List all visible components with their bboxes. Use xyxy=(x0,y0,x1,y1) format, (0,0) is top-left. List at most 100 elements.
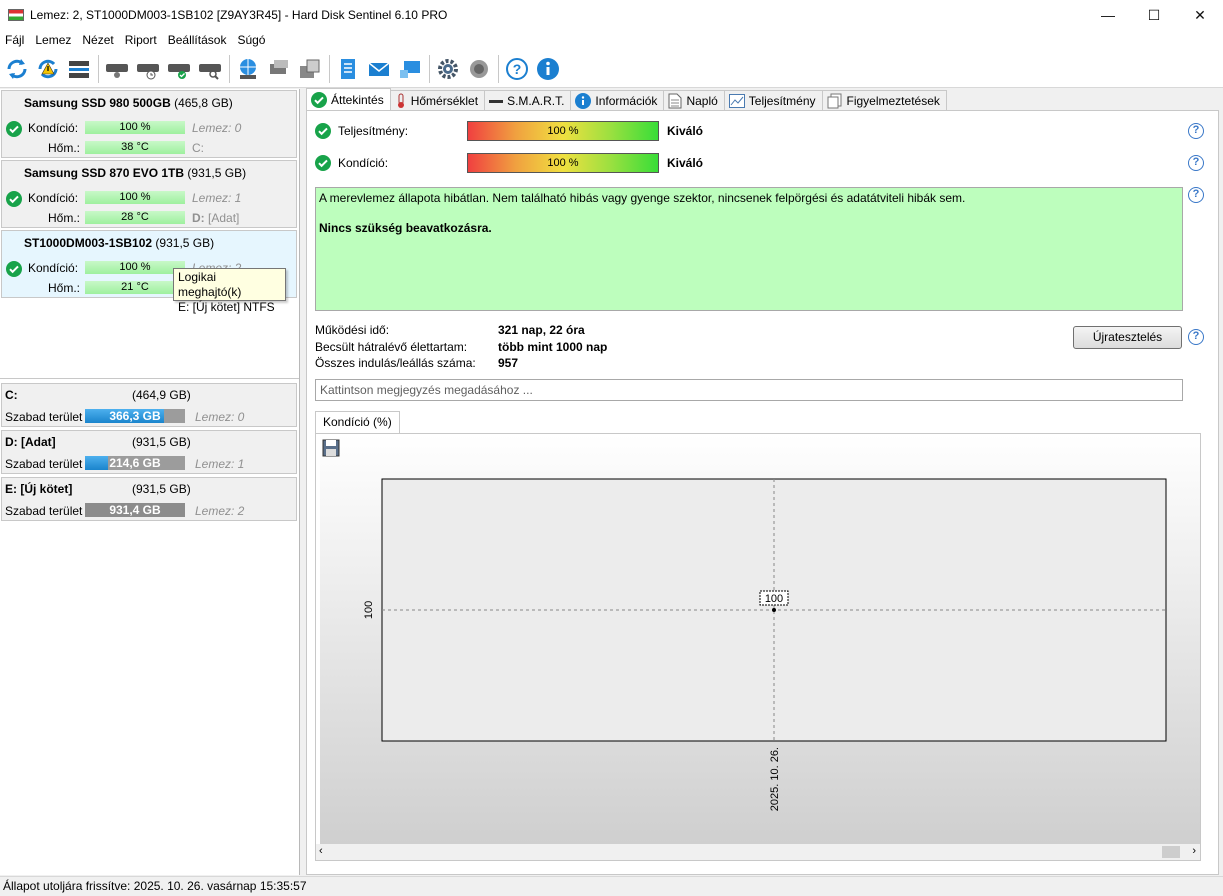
temp-bar: 28 °C xyxy=(85,211,185,224)
gear-icon[interactable] xyxy=(433,54,463,84)
note-input[interactable]: Kattintson megjegyzés megadásához ... xyxy=(315,379,1183,401)
tab-temperature[interactable]: Hőmérséklet xyxy=(389,90,486,111)
uptime-label: Működési idő: xyxy=(315,323,390,337)
scroll-thumb[interactable] xyxy=(1162,846,1180,858)
condition-bar: 100 % xyxy=(467,153,659,173)
volume-card-c[interactable]: C: (464,9 GB) Szabad terület 366,3 GB Le… xyxy=(1,383,297,427)
menu-help[interactable]: Súgó xyxy=(232,33,271,47)
toolbar-separator xyxy=(229,54,230,83)
condition-bar: 100 % xyxy=(85,261,185,274)
network-globe-icon[interactable] xyxy=(233,54,263,84)
x-tick-label: 2025. 10. 26. xyxy=(769,747,781,811)
chart-canvas: 100 100 2025. 10. 26. xyxy=(320,434,1200,844)
help-icon[interactable]: ? xyxy=(1188,155,1204,171)
data-point xyxy=(772,608,776,612)
title-bar: Lemez: 2, ST1000DM003-1SB102 [Z9AY3R45] … xyxy=(0,0,1223,30)
disk-transfer-icon[interactable] xyxy=(264,54,294,84)
volume-name: C: xyxy=(5,388,18,402)
menu-disk[interactable]: Lemez xyxy=(30,33,77,47)
overview-panel: Teljesítmény: 100 % Kiváló ? Kondíció: 1… xyxy=(306,110,1219,875)
tab-performance[interactable]: Teljesítmény xyxy=(723,90,823,111)
menu-view[interactable]: Nézet xyxy=(77,33,119,47)
condition-row: Kondíció: 100 % Kiváló xyxy=(315,153,1215,173)
tooltip-line: Logikai meghajtó(k) xyxy=(178,270,242,299)
close-button[interactable]: ✕ xyxy=(1177,0,1223,30)
performance-label: Teljesítmény: xyxy=(338,124,409,138)
help-icon[interactable]: ? xyxy=(1188,329,1204,345)
disk-test-icon[interactable] xyxy=(102,54,132,84)
help-icon[interactable]: ? xyxy=(1188,187,1204,203)
scroll-right-icon[interactable]: › xyxy=(1192,845,1196,857)
check-circle-icon xyxy=(6,261,22,280)
sound-icon[interactable] xyxy=(464,54,494,84)
disk-name: Samsung SSD 980 500GB (465,8 GB) xyxy=(24,96,233,110)
volume-size: (931,5 GB) xyxy=(132,435,191,449)
help-icon[interactable]: ? xyxy=(1188,123,1204,139)
menu-report[interactable]: Riport xyxy=(120,33,163,47)
volume-card-d[interactable]: D: [Adat] (931,5 GB) Szabad terület 214,… xyxy=(1,430,297,474)
horizontal-scrollbar[interactable]: ‹ › xyxy=(316,844,1200,860)
retest-button[interactable]: Újratesztelés xyxy=(1073,326,1182,349)
window-title: Lemez: 2, ST1000DM003-1SB102 [Z9AY3R45] … xyxy=(30,8,448,22)
panel-divider xyxy=(0,378,299,379)
menu-file[interactable]: Fájl xyxy=(0,33,30,47)
performance-rating: Kiváló xyxy=(667,124,704,138)
status-text: A merevlemez állapota hibátlan. Nem talá… xyxy=(319,191,966,205)
disk-list-icon[interactable] xyxy=(64,54,94,84)
tab-smart[interactable]: S.M.A.R.T. xyxy=(484,90,572,111)
lifetime-value: több mint 1000 nap xyxy=(498,340,608,354)
disk-ok-icon[interactable] xyxy=(164,54,194,84)
refresh-warning-icon[interactable] xyxy=(33,54,63,84)
save-icon[interactable] xyxy=(322,439,340,457)
disk-card-0[interactable]: Samsung SSD 980 500GB (465,8 GB) Kondíci… xyxy=(1,90,297,158)
help-icon[interactable]: ? xyxy=(502,54,532,84)
tab-log[interactable]: Napló xyxy=(663,90,725,111)
drive-letter: C: xyxy=(192,141,204,155)
email-icon[interactable] xyxy=(364,54,394,84)
disk-ref: Lemez: 0 xyxy=(192,121,242,135)
volume-name: E: [Új kötet] xyxy=(5,482,73,496)
free-space-label: Szabad terület xyxy=(5,504,83,518)
free-space-bar: 366,3 GB xyxy=(85,409,185,423)
condition-label: Kondíció: xyxy=(28,121,79,135)
performance-bar: 100 % xyxy=(467,121,659,141)
disk-search-icon[interactable] xyxy=(195,54,225,84)
toolbar: ? xyxy=(0,50,1223,88)
volume-card-e[interactable]: E: [Új kötet] (931,5 GB) Szabad terület … xyxy=(1,477,297,521)
check-circle-icon xyxy=(315,123,331,142)
refresh-icon[interactable] xyxy=(2,54,32,84)
disk-schedule-icon[interactable] xyxy=(133,54,163,84)
temp-label: Hőm.: xyxy=(48,211,81,225)
toolbar-separator xyxy=(498,54,499,83)
uptime-value: 321 nap, 22 óra xyxy=(498,323,585,337)
volume-name: D: [Adat] xyxy=(5,435,56,449)
report-icon[interactable] xyxy=(333,54,363,84)
free-space-label: Szabad terület xyxy=(5,410,83,424)
network-monitor-icon[interactable] xyxy=(395,54,425,84)
info-icon[interactable] xyxy=(533,54,563,84)
disk-card-1[interactable]: Samsung SSD 870 EVO 1TB (931,5 GB) Kondí… xyxy=(1,160,297,228)
condition-label: Kondíció: xyxy=(28,191,79,205)
tab-condition-chart[interactable]: Kondíció (%) xyxy=(315,411,400,433)
menu-settings[interactable]: Beállítások xyxy=(163,33,233,47)
tab-overview[interactable]: Áttekintés xyxy=(306,88,391,111)
free-space-bar: 931,4 GB xyxy=(85,503,185,517)
data-label: 100 xyxy=(765,593,783,605)
scroll-left-icon[interactable]: ‹ xyxy=(319,845,323,857)
disk-ref: Lemez: 1 xyxy=(195,457,245,471)
tab-information[interactable]: Információk xyxy=(570,90,665,111)
temp-bar: 21 °C xyxy=(85,281,185,294)
check-circle-icon xyxy=(311,92,327,108)
performance-row: Teljesítmény: 100 % Kiváló xyxy=(315,121,1215,141)
check-circle-icon xyxy=(315,155,331,174)
maximize-button[interactable]: ☐ xyxy=(1131,0,1177,30)
minimize-button[interactable]: — xyxy=(1085,0,1131,30)
backup-icon[interactable] xyxy=(295,54,325,84)
tab-alerts[interactable]: Figyelmeztetések xyxy=(821,90,947,111)
free-space-bar: 214,6 GB xyxy=(85,456,185,470)
lifetime-label: Becsült hátralévő élettartam: xyxy=(315,340,468,354)
document-icon xyxy=(668,93,682,109)
toolbar-separator xyxy=(329,54,330,83)
condition-chart: 100 100 2025. 10. 26. ‹ › xyxy=(315,433,1201,861)
condition-label: Kondíció: xyxy=(338,156,389,170)
